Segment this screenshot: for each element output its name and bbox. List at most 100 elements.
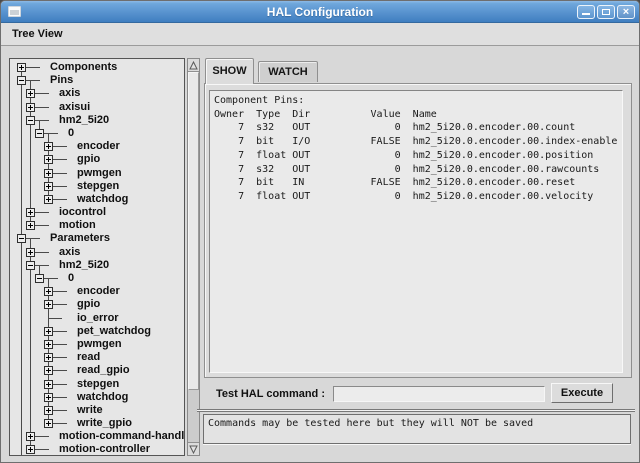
tree-item-axisui[interactable]: axisui — [10, 101, 184, 114]
execute-button[interactable]: Execute — [551, 383, 613, 403]
scrollbar-thumb[interactable] — [188, 72, 199, 390]
expand-icon[interactable] — [44, 393, 53, 402]
expand-icon[interactable] — [44, 169, 53, 178]
tree-item-label: pet_watchdog — [77, 325, 151, 338]
tree-item-pwmgen[interactable]: pwmgen — [10, 167, 184, 180]
tree-item-label: Parameters — [50, 232, 110, 245]
expand-icon[interactable] — [44, 195, 53, 204]
tree-item-label: Components — [50, 61, 117, 74]
collapse-icon[interactable] — [26, 261, 35, 270]
expand-icon[interactable] — [44, 406, 53, 415]
expand-icon[interactable] — [26, 445, 35, 454]
tree-item-Components[interactable]: Components — [10, 61, 184, 74]
menubar: Tree View — [1, 23, 639, 46]
tree-item-label: gpio — [77, 153, 100, 166]
tree-item-label: motion-controller — [59, 443, 150, 456]
tree-item-encoder[interactable]: encoder — [10, 140, 184, 153]
tree-item-watchdog[interactable]: watchdog — [10, 391, 184, 404]
tree-item-Pins[interactable]: Pins — [10, 74, 184, 87]
tree-item-motion-controller[interactable]: motion-controller — [10, 443, 184, 456]
tree-rows: ComponentsPinsaxisaxisuihm2_5i200encoder… — [10, 61, 184, 456]
tree-item-gpio[interactable]: gpio — [10, 298, 184, 311]
collapse-icon[interactable] — [17, 234, 26, 243]
tree-item-write_gpio[interactable]: write_gpio — [10, 417, 184, 430]
tree-item-label: axis — [59, 246, 80, 259]
tree-item-label: pwmgen — [77, 167, 122, 180]
window-title: HAL Configuration — [1, 1, 639, 23]
tree-item-gpio[interactable]: gpio — [10, 153, 184, 166]
expand-icon[interactable] — [26, 432, 35, 441]
tree-item-axis[interactable]: axis — [10, 246, 184, 259]
expand-icon[interactable] — [44, 419, 53, 428]
tree-item-pwmgen[interactable]: pwmgen — [10, 338, 184, 351]
expand-icon[interactable] — [44, 353, 53, 362]
tree-item-hm2_5i20[interactable]: hm2_5i20 — [10, 114, 184, 127]
tree-item-encoder[interactable]: encoder — [10, 285, 184, 298]
hal-configuration-window: HAL Configuration × Tree View Components… — [0, 0, 640, 463]
scroll-up-button[interactable] — [188, 59, 199, 72]
expand-icon[interactable] — [44, 340, 53, 349]
tree-item-axis[interactable]: axis — [10, 87, 184, 100]
minimize-button[interactable] — [577, 5, 595, 19]
tree-item-label: encoder — [77, 285, 120, 298]
scroll-down-button[interactable] — [188, 442, 199, 455]
expand-icon[interactable] — [44, 182, 53, 191]
tree-item-watchdog[interactable]: watchdog — [10, 193, 184, 206]
tree-item-label: hm2_5i20 — [59, 259, 109, 272]
expand-icon[interactable] — [44, 142, 53, 151]
expand-icon[interactable] — [26, 221, 35, 230]
tab-watch[interactable]: WATCH — [258, 61, 318, 82]
tree-item-label: axisui — [59, 101, 90, 114]
tree-item-0[interactable]: 0 — [10, 272, 184, 285]
notebook-page: Component Pins: Owner Type Dir Value Nam… — [204, 83, 632, 378]
tree-scrollbar[interactable] — [187, 58, 200, 456]
expand-icon[interactable] — [44, 155, 53, 164]
tree-item-pet_watchdog[interactable]: pet_watchdog — [10, 325, 184, 338]
tree-item-hm2_5i20[interactable]: hm2_5i20 — [10, 259, 184, 272]
collapse-icon[interactable] — [35, 274, 44, 283]
tree-item-Parameters[interactable]: Parameters — [10, 232, 184, 245]
tree-item-label: motion — [59, 219, 96, 232]
tree-item-motion-command-handl[interactable]: motion-command-handl — [10, 430, 184, 443]
expand-icon[interactable] — [44, 380, 53, 389]
tree-item-label: stepgen — [77, 378, 119, 391]
tree-item-read_gpio[interactable]: read_gpio — [10, 364, 184, 377]
arrow-up-icon — [189, 61, 198, 70]
expand-icon[interactable] — [44, 366, 53, 375]
tree-item-write[interactable]: write — [10, 404, 184, 417]
tree-item-label: 0 — [68, 272, 74, 285]
tree-item-read[interactable]: read — [10, 351, 184, 364]
tree-item-0[interactable]: 0 — [10, 127, 184, 140]
tree-item-stepgen[interactable]: stepgen — [10, 378, 184, 391]
expand-icon[interactable] — [17, 63, 26, 72]
close-button[interactable]: × — [617, 5, 635, 19]
expand-icon[interactable] — [44, 300, 53, 309]
menu-tree-view[interactable]: Tree View — [12, 23, 63, 46]
tree-item-stepgen[interactable]: stepgen — [10, 180, 184, 193]
expand-icon[interactable] — [26, 103, 35, 112]
tree-item-label: gpio — [77, 298, 100, 311]
maximize-button[interactable] — [597, 5, 615, 19]
tree-item-label: iocontrol — [59, 206, 106, 219]
hal-command-input[interactable] — [333, 386, 545, 402]
hal-tree-panel[interactable]: ComponentsPinsaxisaxisuihm2_5i200encoder… — [9, 58, 185, 456]
minimize-icon — [582, 13, 590, 15]
status-message-box: Commands may be tested here but they wil… — [203, 414, 631, 444]
tree-item-label: read — [77, 351, 100, 364]
tree-item-label: watchdog — [77, 193, 128, 206]
collapse-icon[interactable] — [35, 129, 44, 138]
titlebar[interactable]: HAL Configuration × — [1, 1, 639, 23]
expand-icon[interactable] — [44, 287, 53, 296]
show-output-textbox[interactable]: Component Pins: Owner Type Dir Value Nam… — [209, 90, 623, 373]
expand-icon[interactable] — [44, 327, 53, 336]
collapse-icon[interactable] — [17, 76, 26, 85]
tab-show[interactable]: SHOW — [205, 58, 254, 84]
tree-item-io_error[interactable]: io_error — [10, 312, 184, 325]
tree-item-label: stepgen — [77, 180, 119, 193]
expand-icon[interactable] — [26, 208, 35, 217]
tree-item-iocontrol[interactable]: iocontrol — [10, 206, 184, 219]
tree-item-motion[interactable]: motion — [10, 219, 184, 232]
collapse-icon[interactable] — [26, 116, 35, 125]
expand-icon[interactable] — [26, 89, 35, 98]
expand-icon[interactable] — [26, 248, 35, 257]
